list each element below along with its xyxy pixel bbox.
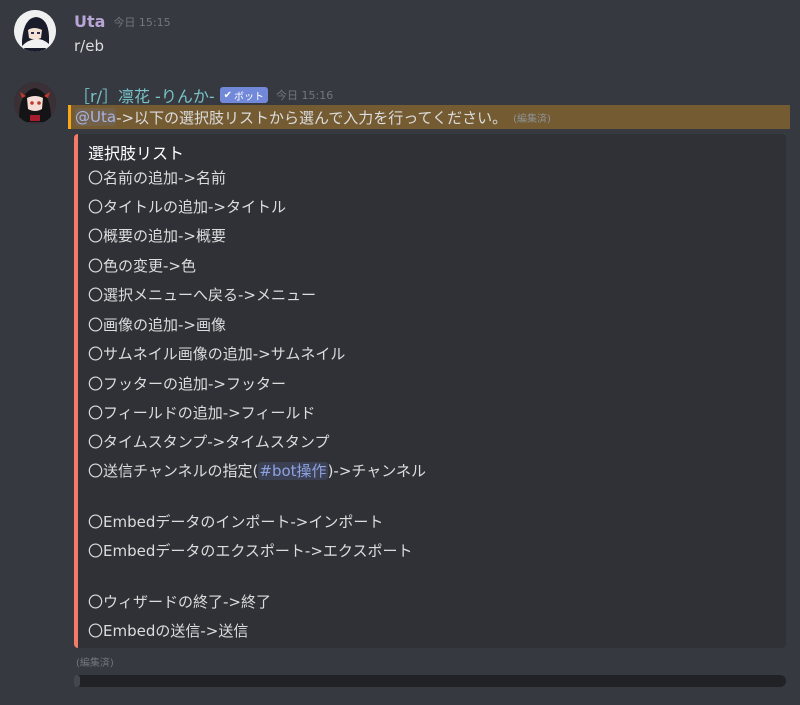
embed-line: 〇Embedの送信->送信 [88, 622, 249, 640]
embed-line: 〇Embedデータのインポート->インポート [88, 513, 384, 531]
timestamp: 今日 15:16 [276, 89, 334, 102]
embed-line: 〇ウィザードの終了->終了 [88, 593, 271, 611]
bot-badge-label: ボット [234, 91, 264, 103]
embed-line: 〇タイトルの追加->タイトル [88, 198, 286, 216]
embed-line: 〇色の変更->色 [88, 257, 196, 275]
embed-title: 選択肢リスト [88, 144, 185, 163]
embed-line-channel: 〇送信チャンネルの指定(#bot操作)->チャンネル [88, 460, 426, 481]
embed-line: 〇タイムスタンプ->タイムスタンプ [88, 433, 330, 451]
scrollbar-thumb[interactable] [74, 675, 80, 687]
embed-line: 〇名前の追加->名前 [88, 169, 226, 187]
channel-line-suffix: )->チャンネル [327, 462, 426, 480]
bot-badge: ✔ ボット [219, 87, 268, 103]
username-bot[interactable]: ［r/］凛花 -りんか- [74, 83, 215, 107]
message-header-bot: ［r/］凛花 -りんか- ✔ ボット 今日 15:16 [74, 83, 333, 107]
check-icon: ✔ [223, 89, 232, 101]
embed-line: 〇フッターの追加->フッター [88, 375, 286, 393]
user-mention[interactable]: @Uta [75, 108, 117, 126]
embed-line: 〇Embedデータのエクスポート->エクスポート [88, 542, 413, 560]
message-text: ->以下の選択肢リストから選んで入力を行ってください。 [116, 108, 508, 127]
timestamp: 今日 15:15 [113, 15, 171, 29]
avatar-uta[interactable] [14, 10, 56, 52]
embed-edited-label: (編集済) [76, 658, 114, 669]
embed-line: 〇概要の追加->概要 [88, 227, 226, 245]
message-text: r/eb [74, 37, 104, 55]
channel-mention[interactable]: #bot操作 [258, 462, 328, 480]
embed-line: 〇選択メニューへ戻る->メニュー [88, 286, 316, 304]
horizontal-scrollbar[interactable] [74, 675, 786, 687]
channel-line-prefix: 〇送信チャンネルの指定( [88, 462, 259, 480]
edited-label: (編集済) [513, 113, 551, 125]
mention-message: @Uta ->以下の選択肢リストから選んで入力を行ってください。 (編集済) [68, 105, 790, 129]
avatar-bot[interactable] [14, 82, 56, 124]
embed-line: 〇サムネイル画像の追加->サムネイル [88, 345, 346, 363]
embed-line: 〇画像の追加->画像 [88, 316, 226, 334]
embed-card: 選択肢リスト 〇名前の追加->名前 〇タイトルの追加->タイトル 〇概要の追加-… [74, 134, 786, 648]
username-uta[interactable]: Uta [74, 12, 105, 31]
embed-line: 〇フィールドの追加->フィールド [88, 404, 316, 422]
message-header-uta: Uta 今日 15:15 [74, 12, 171, 31]
